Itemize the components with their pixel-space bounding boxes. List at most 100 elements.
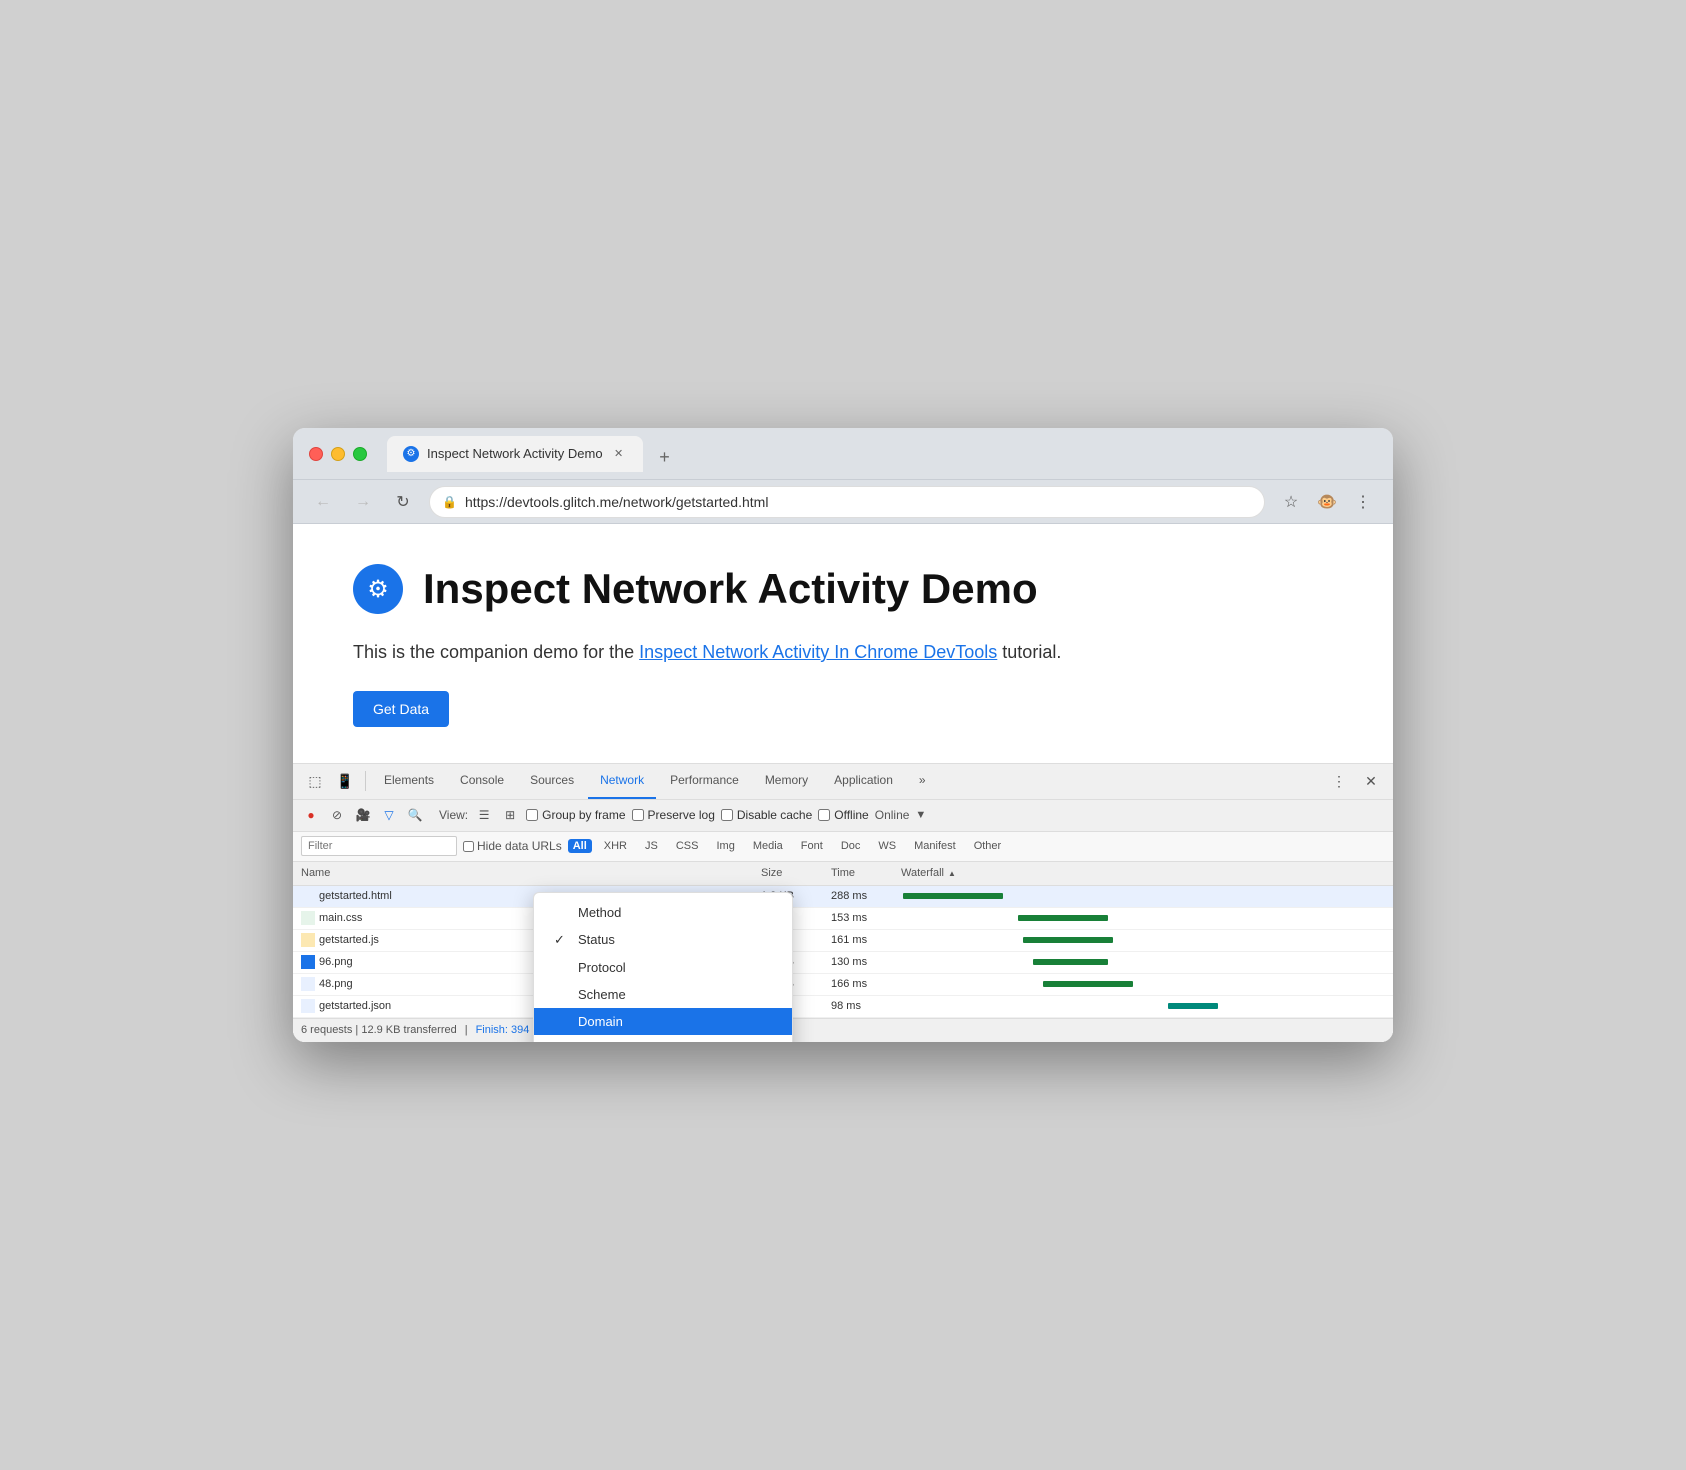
list-view-icon[interactable]: ☰ xyxy=(474,805,494,825)
maximize-button[interactable] xyxy=(353,447,367,461)
reload-button[interactable]: ↻ xyxy=(389,488,417,516)
filter-img[interactable]: Img xyxy=(710,839,740,853)
menu-icon[interactable]: ⋮ xyxy=(1349,488,1377,516)
filter-button[interactable]: ▽ xyxy=(379,805,399,825)
hide-data-urls-checkbox[interactable] xyxy=(463,841,474,852)
all-filter-badge[interactable]: All xyxy=(568,839,592,853)
page-title: Inspect Network Activity Demo xyxy=(423,565,1038,613)
tab-console[interactable]: Console xyxy=(448,763,516,799)
page-content: ⚙ Inspect Network Activity Demo This is … xyxy=(293,524,1393,763)
row-filename: getstarted.json xyxy=(319,1000,391,1012)
group-by-frame-label: Group by frame xyxy=(542,808,625,822)
url-text: https://devtools.glitch.me/network/getst… xyxy=(465,494,768,510)
hide-data-urls-option[interactable]: Hide data URLs xyxy=(463,839,562,853)
tab-network[interactable]: Network xyxy=(588,763,656,799)
preserve-log-checkbox[interactable] xyxy=(632,809,644,821)
row-waterfall xyxy=(893,885,1393,907)
cm-method[interactable]: Method xyxy=(534,899,792,926)
back-button[interactable]: ← xyxy=(309,488,337,516)
group-by-frame-option[interactable]: Group by frame xyxy=(526,808,625,822)
th-waterfall[interactable]: Waterfall ▲ xyxy=(893,867,1393,879)
cm-status[interactable]: ✓ Status xyxy=(534,926,792,954)
cm-check-icon: ✓ xyxy=(554,932,570,948)
clear-button[interactable]: ⊘ xyxy=(327,805,347,825)
filter-doc[interactable]: Doc xyxy=(835,839,867,853)
filter-xhr[interactable]: XHR xyxy=(598,839,633,853)
table-row[interactable]: 48.png 3.1 KB 166 ms xyxy=(293,974,1393,996)
file-icon xyxy=(301,911,315,925)
minimize-button[interactable] xyxy=(331,447,345,461)
profile-icon[interactable]: 🐵 xyxy=(1313,488,1341,516)
browser-tab[interactable]: ⚙ Inspect Network Activity Demo ✕ xyxy=(387,436,643,472)
file-icon xyxy=(301,955,315,969)
table-row[interactable]: getstarted.js …d.html 330 B 161 ms xyxy=(293,930,1393,952)
forward-button[interactable]: → xyxy=(349,488,377,516)
row-time: 288 ms xyxy=(823,890,893,902)
table-row[interactable]: getstarted.json …d.js:4 276 B 98 ms xyxy=(293,996,1393,1018)
file-icon xyxy=(301,977,315,991)
record-button[interactable]: ● xyxy=(301,805,321,825)
get-data-button[interactable]: Get Data xyxy=(353,691,449,727)
tab-sources[interactable]: Sources xyxy=(518,763,586,799)
group-by-frame-checkbox[interactable] xyxy=(526,809,538,821)
tab-application[interactable]: Application xyxy=(822,763,905,799)
bookmark-icon[interactable]: ☆ xyxy=(1277,488,1305,516)
table-row[interactable]: getstarted.html 1.3 KB 288 ms xyxy=(293,886,1393,908)
file-icon xyxy=(301,889,315,903)
th-size[interactable]: Size xyxy=(753,867,823,879)
cm-scheme[interactable]: Scheme xyxy=(534,981,792,1008)
sort-arrow-icon: ▲ xyxy=(948,869,956,878)
tab-performance[interactable]: Performance xyxy=(658,763,751,799)
disable-cache-checkbox[interactable] xyxy=(721,809,733,821)
offline-option[interactable]: Offline xyxy=(818,808,868,822)
offline-checkbox[interactable] xyxy=(818,809,830,821)
tab-favicon-icon: ⚙ xyxy=(403,446,419,462)
inspect-element-icon[interactable]: ⬚ xyxy=(301,767,329,795)
devtools-panel: ⬚ 📱 Elements Console Sources Network Per… xyxy=(293,763,1393,1042)
filter-font[interactable]: Font xyxy=(795,839,829,853)
new-tab-button[interactable]: + xyxy=(651,444,679,472)
url-field[interactable]: 🔒 https://devtools.glitch.me/network/get… xyxy=(429,486,1265,518)
screenshot-button[interactable]: 🎥 xyxy=(353,805,373,825)
disable-cache-option[interactable]: Disable cache xyxy=(721,808,812,822)
hide-data-urls-label: Hide data URLs xyxy=(477,839,562,853)
filter-other[interactable]: Other xyxy=(968,839,1008,853)
filter-css[interactable]: CSS xyxy=(670,839,705,853)
view-label: View: xyxy=(439,808,468,822)
row-waterfall xyxy=(893,907,1393,929)
grouped-view-icon[interactable]: ⊞ xyxy=(500,805,520,825)
throttle-dropdown-icon[interactable]: ▼ xyxy=(915,809,926,821)
tab-close-button[interactable]: ✕ xyxy=(611,446,627,462)
filter-ws[interactable]: WS xyxy=(872,839,902,853)
tab-separator xyxy=(365,771,366,791)
glitch-favicon: ⚙ xyxy=(353,564,403,614)
row-waterfall xyxy=(893,929,1393,951)
th-name[interactable]: Name xyxy=(293,867,533,879)
filter-input[interactable] xyxy=(301,836,457,856)
tab-elements[interactable]: Elements xyxy=(372,763,446,799)
row-waterfall xyxy=(893,995,1393,1017)
row-time: 130 ms xyxy=(823,956,893,968)
cm-domain[interactable]: Domain xyxy=(534,1008,792,1035)
devtools-tutorial-link[interactable]: Inspect Network Activity In Chrome DevTo… xyxy=(639,642,997,662)
devtools-settings-icon[interactable]: ⋮ xyxy=(1325,767,1353,795)
close-button[interactable] xyxy=(309,447,323,461)
th-time[interactable]: Time xyxy=(823,867,893,879)
more-tabs-button[interactable]: » xyxy=(907,763,938,799)
row-time: 98 ms xyxy=(823,1000,893,1012)
filter-js[interactable]: JS xyxy=(639,839,664,853)
cm-protocol[interactable]: Protocol xyxy=(534,954,792,981)
offline-label: Offline xyxy=(834,808,868,822)
tab-memory[interactable]: Memory xyxy=(753,763,820,799)
row-waterfall xyxy=(893,951,1393,973)
search-button[interactable]: 🔍 xyxy=(405,805,425,825)
filter-media[interactable]: Media xyxy=(747,839,789,853)
table-row[interactable]: 96.png …d.html 7.3 KB 130 ms xyxy=(293,952,1393,974)
devtools-close-icon[interactable]: ✕ xyxy=(1357,767,1385,795)
preserve-log-option[interactable]: Preserve log xyxy=(632,808,715,822)
context-menu: Method ✓ Status Protocol Scheme Domain xyxy=(533,892,793,1042)
filter-manifest[interactable]: Manifest xyxy=(908,839,962,853)
device-toolbar-icon[interactable]: 📱 xyxy=(331,767,359,795)
table-row[interactable]: main.css …d.html 691 B 153 ms xyxy=(293,908,1393,930)
cm-remote-address[interactable]: Remote Address xyxy=(534,1035,792,1042)
